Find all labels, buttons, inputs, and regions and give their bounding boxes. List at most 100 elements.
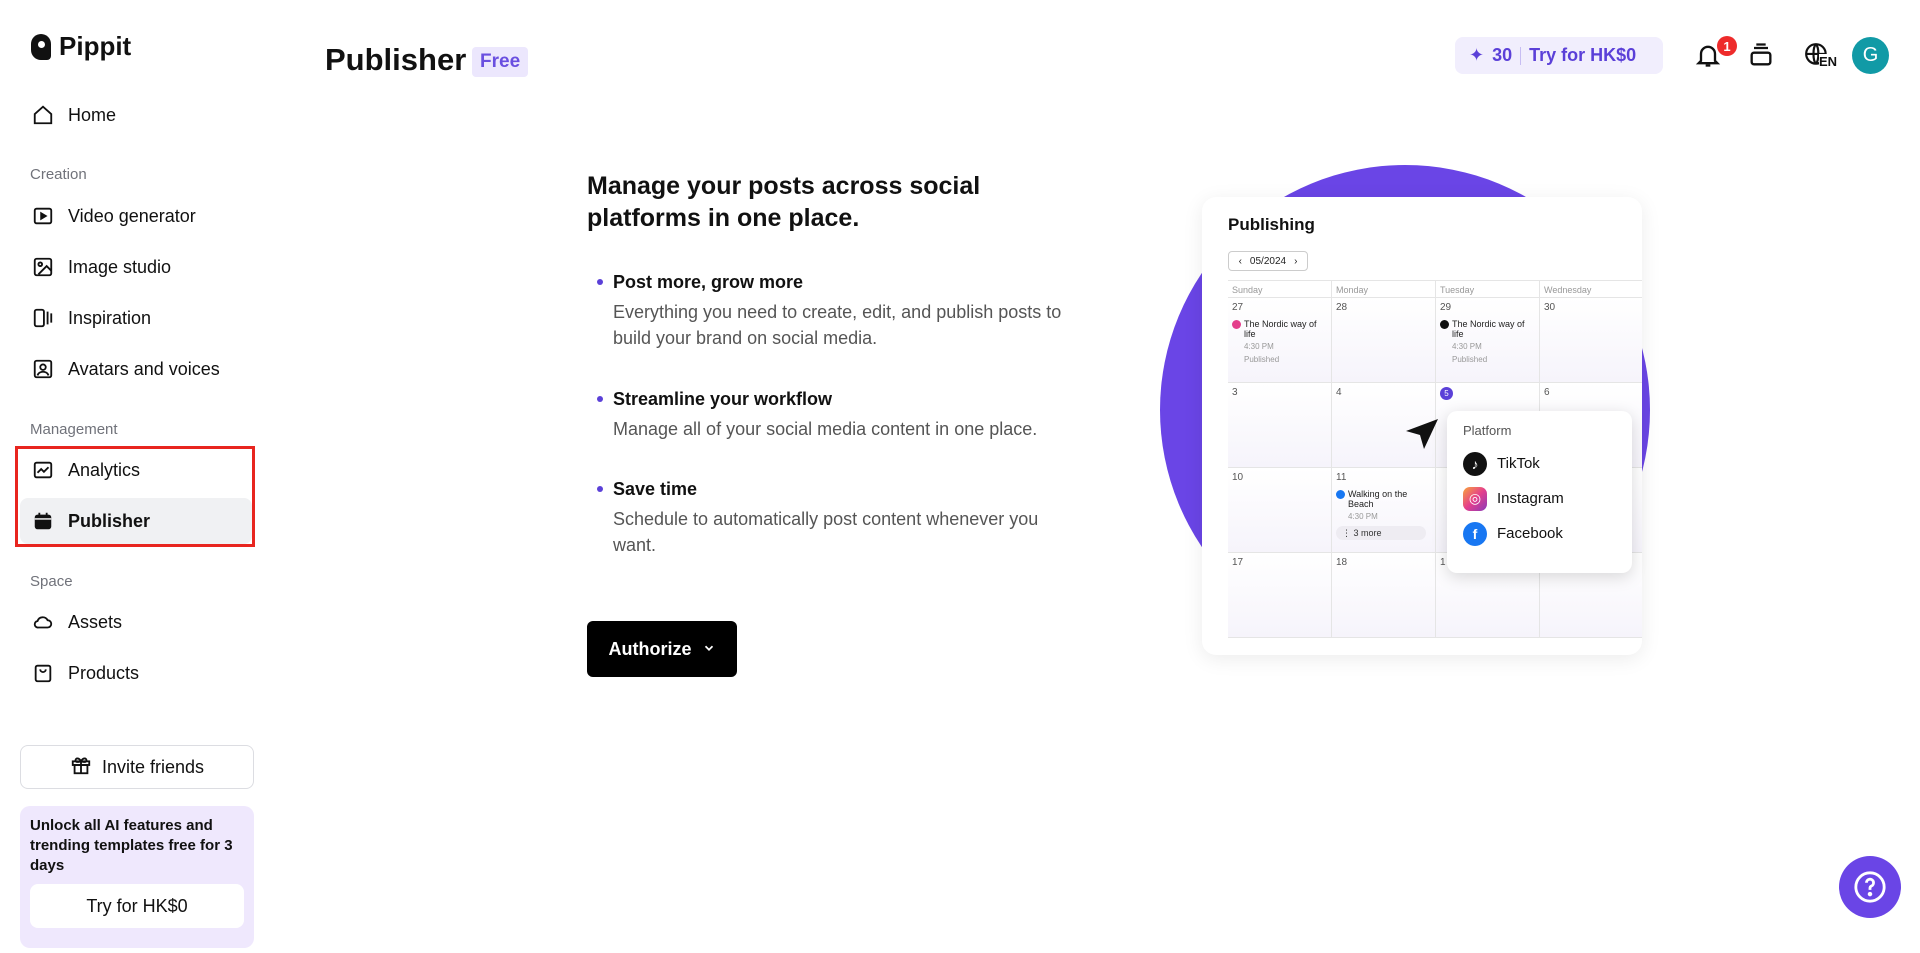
- promo-try-button[interactable]: Try for HK$0: [30, 884, 244, 928]
- sidebar-item-analytics[interactable]: Analytics: [20, 447, 252, 493]
- publishing-illustration: Publishing ‹ 05/2024 › Sunday Monday Tue…: [1160, 165, 1680, 655]
- promo-card: Unlock all AI features and trending temp…: [20, 806, 254, 948]
- chevron-left-icon: ‹: [1238, 255, 1242, 267]
- home-icon: [32, 104, 54, 126]
- sidebar-item-label: Products: [68, 662, 140, 683]
- date-number: 27: [1232, 302, 1244, 313]
- month-selector: ‹ 05/2024 ›: [1228, 251, 1308, 271]
- layers-icon[interactable]: [1746, 40, 1776, 70]
- sidebar-item-image-studio[interactable]: Image studio: [20, 244, 252, 290]
- platform-option-facebook: f Facebook: [1463, 516, 1616, 551]
- analytics-icon: [32, 459, 54, 481]
- feature-description: Schedule to automatically post content w…: [613, 509, 1039, 555]
- language-globe-icon[interactable]: EN: [1797, 40, 1838, 70]
- calendar-event: The Nordic way of life: [1440, 319, 1535, 339]
- event-title: The Nordic way of life: [1244, 319, 1317, 339]
- credits-count: 30: [1492, 45, 1513, 65]
- date-number: 10: [1232, 472, 1244, 483]
- help-button[interactable]: [1839, 856, 1901, 918]
- platform-label: Platform: [1463, 423, 1512, 438]
- pippit-logo-icon: [31, 33, 51, 60]
- authorize-label: Authorize: [608, 638, 692, 659]
- date-number: 30: [1544, 302, 1556, 313]
- section-label-creation: Creation: [30, 166, 87, 183]
- date-number: 6: [1544, 387, 1550, 398]
- calendar-event: The Nordic way of life: [1232, 319, 1327, 339]
- day-header: Tuesday: [1436, 281, 1540, 297]
- notification-badge: 1: [1717, 36, 1737, 56]
- date-number: 11: [1336, 472, 1347, 483]
- calendar-cell: 10: [1228, 468, 1332, 552]
- avatar[interactable]: G: [1852, 37, 1889, 74]
- brand-name: Pippit: [59, 31, 132, 61]
- calendar-cell: 17: [1228, 553, 1332, 637]
- sidebar-item-products[interactable]: Products: [20, 650, 252, 696]
- day-header: Wednesday: [1540, 281, 1642, 297]
- event-time: 4:30 PM: [1452, 342, 1482, 351]
- calendar-cell: 28: [1332, 298, 1436, 382]
- feature-item: Post more, grow more Everything you need…: [597, 272, 1077, 351]
- sidebar-item-avatars-and-voices[interactable]: Avatars and voices: [20, 346, 252, 392]
- hero-heading: Manage your posts across social platform…: [587, 172, 981, 232]
- feature-item: Streamline your workflow Manage all of y…: [597, 389, 1077, 442]
- gift-icon: [70, 754, 92, 781]
- sidebar-item-video-generator[interactable]: Video generator: [20, 193, 252, 239]
- chevron-right-icon: ›: [1294, 255, 1298, 267]
- credits-pill[interactable]: ✦ 30 Try for HK$0: [1455, 37, 1663, 74]
- event-status: Published: [1452, 355, 1488, 364]
- day-header: Sunday: [1228, 281, 1332, 297]
- calendar-title: Publishing: [1228, 215, 1315, 234]
- event-status: Published: [1244, 355, 1280, 364]
- invite-friends-label: Invite friends: [101, 756, 205, 777]
- platform-name: TikTok: [1497, 455, 1540, 472]
- chevron-down-icon: [702, 639, 716, 660]
- date-number: 3: [1232, 387, 1238, 398]
- video-generator-icon: [32, 205, 54, 227]
- instagram-icon: ◎: [1463, 486, 1487, 511]
- sidebar-item-label: Home: [68, 104, 117, 125]
- today-marker: 5: [1440, 387, 1453, 400]
- sidebar-item-inspiration[interactable]: Inspiration: [20, 295, 252, 341]
- calendar-row: 27 The Nordic way of life 4:30 PM Publis…: [1228, 298, 1642, 383]
- platform-popover: Platform ♪ TikTok ◎ Instagram f Facebook: [1447, 411, 1632, 573]
- month-label: 05/2024: [1249, 255, 1287, 267]
- sidebar-item-label: Assets: [68, 611, 123, 632]
- language-code: EN: [1819, 54, 1838, 69]
- calendar-cell: 3: [1228, 383, 1332, 467]
- platform-name: Instagram: [1497, 490, 1564, 507]
- calendar-cell: 27 The Nordic way of life 4:30 PM Publis…: [1228, 298, 1332, 382]
- event-title: The Nordic way of life: [1452, 319, 1525, 339]
- credits-divider: [1520, 46, 1522, 65]
- event-title: Walking on the Beach: [1348, 489, 1408, 509]
- trial-link[interactable]: Try for HK$0: [1529, 45, 1636, 66]
- invite-friends-button[interactable]: Invite friends: [20, 745, 254, 789]
- platform-option-tiktok: ♪ TikTok: [1463, 446, 1616, 481]
- event-time: 4:30 PM: [1348, 512, 1378, 521]
- platform-option-instagram: ◎ Instagram: [1463, 481, 1616, 516]
- feature-item: Save time Schedule to automatically post…: [597, 479, 1077, 558]
- page-title: Publisher: [325, 42, 467, 77]
- tiktok-icon: ♪: [1463, 451, 1487, 476]
- more-events-chip: ⋮ 3 more: [1336, 526, 1426, 540]
- day-header: Monday: [1332, 281, 1436, 297]
- feature-description: Manage all of your social media content …: [613, 419, 1038, 439]
- date-number: 4: [1336, 387, 1342, 398]
- sidebar-item-home[interactable]: Home: [20, 92, 252, 138]
- image-studio-icon: [32, 256, 54, 278]
- sidebar: Pippit Home Creation Video generator Ima…: [0, 0, 268, 953]
- sidebar-item-assets[interactable]: Assets: [20, 599, 252, 645]
- date-number: 28: [1336, 302, 1348, 313]
- inspiration-icon: [32, 307, 54, 329]
- date-number: 1: [1440, 557, 1446, 568]
- feature-title: Post more, grow more: [597, 272, 1077, 293]
- calendar-cell: 11 Walking on the Beach 4:30 PM ⋮ 3 more: [1332, 468, 1436, 552]
- calendar-header: Sunday Monday Tuesday Wednesday: [1228, 280, 1642, 298]
- cloud-icon: [32, 611, 54, 633]
- pippit-logo[interactable]: Pippit: [31, 31, 131, 62]
- instagram-icon: [1232, 320, 1241, 329]
- calendar-icon: [32, 510, 54, 532]
- tiktok-icon: [1440, 320, 1449, 329]
- sidebar-item-publisher[interactable]: Publisher: [20, 498, 252, 544]
- authorize-button[interactable]: Authorize: [587, 621, 737, 677]
- facebook-icon: f: [1463, 521, 1487, 546]
